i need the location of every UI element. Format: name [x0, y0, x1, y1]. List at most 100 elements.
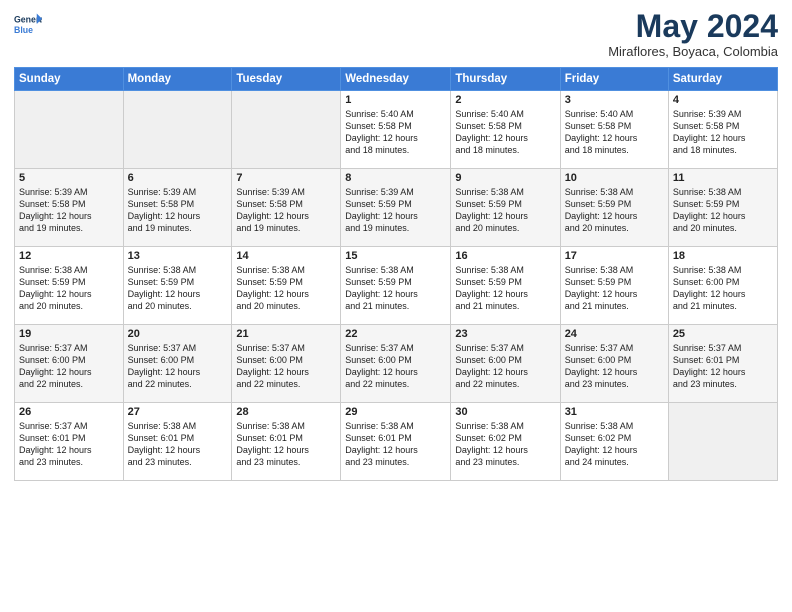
calendar-cell: 16 Sunrise: 5:38 AM Sunset: 5:59 PM Dayli… — [451, 247, 560, 325]
cell-info: Sunrise: 5:40 AM Sunset: 5:58 PM Dayligh… — [565, 108, 664, 157]
cell-info: Sunrise: 5:38 AM Sunset: 5:59 PM Dayligh… — [565, 264, 664, 313]
day-number: 27 — [128, 406, 228, 418]
day-number: 15 — [345, 250, 446, 262]
cell-info: Sunrise: 5:38 AM Sunset: 5:59 PM Dayligh… — [455, 264, 555, 313]
header-row: Sunday Monday Tuesday Wednesday Thursday… — [15, 68, 778, 91]
col-tuesday: Tuesday — [232, 68, 341, 91]
calendar-cell: 23Sunrise: 5:37 AM Sunset: 6:00 PM Dayli… — [451, 325, 560, 403]
cell-info: Sunrise: 5:40 AM Sunset: 5:58 PM Dayligh… — [345, 108, 446, 157]
calendar-cell: 20 Sunrise: 5:37 AM Sunset: 6:00 PM Dayli… — [123, 325, 232, 403]
cell-info: Sunrise: 5:37 AM Sunset: 6:01 PM Dayligh… — [673, 342, 773, 391]
svg-text:Blue: Blue — [14, 25, 33, 35]
cell-info: Sunrise: 5:37 AM Sunset: 6:00 PM Dayligh… — [236, 342, 336, 391]
calendar-cell — [123, 91, 232, 169]
calendar-cell: 21 Sunrise: 5:37 AM Sunset: 6:00 PM Dayli… — [232, 325, 341, 403]
day-number: 22 — [345, 328, 446, 340]
col-sunday: Sunday — [15, 68, 124, 91]
calendar-cell: 13 Sunrise: 5:38 AM Sunset: 5:59 PM Dayli… — [123, 247, 232, 325]
cell-info: Sunrise: 5:38 AM Sunset: 5:59 PM Dayligh… — [345, 264, 446, 313]
col-wednesday: Wednesday — [341, 68, 451, 91]
calendar-cell: 6 Sunrise: 5:39 AM Sunset: 5:58 PM Daylig… — [123, 169, 232, 247]
cell-info: Sunrise: 5:38 AM Sunset: 6:01 PM Dayligh… — [128, 420, 228, 469]
calendar-cell: 22 Sunrise: 5:37 AM Sunset: 6:00 PM Dayli… — [341, 325, 451, 403]
cell-info: Sunrise: 5:38 AM Sunset: 6:02 PM Dayligh… — [565, 420, 664, 469]
calendar-cell: 29Sunrise: 5:38 AM Sunset: 6:01 PM Dayli… — [341, 403, 451, 481]
cell-info: Sunrise: 5:39 AM Sunset: 5:59 PM Dayligh… — [345, 186, 446, 235]
calendar-cell: 7Sunrise: 5:39 AM Sunset: 5:58 PM Daylig… — [232, 169, 341, 247]
cell-info: Sunrise: 5:38 AM Sunset: 5:59 PM Dayligh… — [128, 264, 228, 313]
cell-info: Sunrise: 5:37 AM Sunset: 6:00 PM Dayligh… — [19, 342, 119, 391]
day-number: 23 — [455, 328, 555, 340]
day-number: 1 — [345, 94, 446, 106]
page: General Blue May 2024 Miraflores, Boyaca… — [0, 0, 792, 612]
day-number: 14 — [236, 250, 336, 262]
calendar-week-1: 1 Sunrise: 5:40 AM Sunset: 5:58 PM Daylig… — [15, 91, 778, 169]
day-number: 2 — [455, 94, 555, 106]
cell-info: Sunrise: 5:38 AM Sunset: 6:01 PM Dayligh… — [236, 420, 336, 469]
cell-info: Sunrise: 5:37 AM Sunset: 6:00 PM Dayligh… — [565, 342, 664, 391]
day-number: 26 — [19, 406, 119, 418]
day-number: 13 — [128, 250, 228, 262]
calendar-title: May 2024 — [608, 10, 778, 42]
day-number: 5 — [19, 172, 119, 184]
day-number: 28 — [236, 406, 336, 418]
day-number: 18 — [673, 250, 773, 262]
calendar-week-2: 5 Sunrise: 5:39 AM Sunset: 5:58 PM Daylig… — [15, 169, 778, 247]
calendar-cell: 4 Sunrise: 5:39 AM Sunset: 5:58 PM Daylig… — [668, 91, 777, 169]
calendar-cell: 27 Sunrise: 5:38 AM Sunset: 6:01 PM Dayli… — [123, 403, 232, 481]
cell-info: Sunrise: 5:38 AM Sunset: 6:00 PM Dayligh… — [673, 264, 773, 313]
cell-info: Sunrise: 5:38 AM Sunset: 6:02 PM Dayligh… — [455, 420, 555, 469]
cell-info: Sunrise: 5:37 AM Sunset: 6:01 PM Dayligh… — [19, 420, 119, 469]
calendar-cell: 3 Sunrise: 5:40 AM Sunset: 5:58 PM Daylig… — [560, 91, 668, 169]
cell-info: Sunrise: 5:39 AM Sunset: 5:58 PM Dayligh… — [673, 108, 773, 157]
day-number: 20 — [128, 328, 228, 340]
header: General Blue May 2024 Miraflores, Boyaca… — [14, 10, 778, 59]
day-number: 16 — [455, 250, 555, 262]
calendar-cell: 5 Sunrise: 5:39 AM Sunset: 5:58 PM Daylig… — [15, 169, 124, 247]
calendar-cell — [232, 91, 341, 169]
cell-info: Sunrise: 5:37 AM Sunset: 6:00 PM Dayligh… — [128, 342, 228, 391]
cell-info: Sunrise: 5:37 AM Sunset: 6:00 PM Dayligh… — [345, 342, 446, 391]
day-number: 10 — [565, 172, 664, 184]
cell-info: Sunrise: 5:38 AM Sunset: 5:59 PM Dayligh… — [565, 186, 664, 235]
col-monday: Monday — [123, 68, 232, 91]
day-number: 11 — [673, 172, 773, 184]
day-number: 3 — [565, 94, 664, 106]
calendar-cell: 8 Sunrise: 5:39 AM Sunset: 5:59 PM Daylig… — [341, 169, 451, 247]
day-number: 30 — [455, 406, 555, 418]
calendar-cell: 17 Sunrise: 5:38 AM Sunset: 5:59 PM Dayli… — [560, 247, 668, 325]
calendar-cell — [15, 91, 124, 169]
calendar-cell: 15 Sunrise: 5:38 AM Sunset: 5:59 PM Dayli… — [341, 247, 451, 325]
calendar-week-4: 19 Sunrise: 5:37 AM Sunset: 6:00 PM Dayli… — [15, 325, 778, 403]
calendar-cell: 19 Sunrise: 5:37 AM Sunset: 6:00 PM Dayli… — [15, 325, 124, 403]
title-block: May 2024 Miraflores, Boyaca, Colombia — [608, 10, 778, 59]
day-number: 12 — [19, 250, 119, 262]
cell-info: Sunrise: 5:38 AM Sunset: 6:01 PM Dayligh… — [345, 420, 446, 469]
calendar-cell: 26 Sunrise: 5:37 AM Sunset: 6:01 PM Dayli… — [15, 403, 124, 481]
calendar-cell: 11 Sunrise: 5:38 AM Sunset: 5:59 PM Dayli… — [668, 169, 777, 247]
cell-info: Sunrise: 5:38 AM Sunset: 5:59 PM Dayligh… — [19, 264, 119, 313]
logo: General Blue — [14, 10, 42, 38]
col-saturday: Saturday — [668, 68, 777, 91]
day-number: 19 — [19, 328, 119, 340]
logo-icon: General Blue — [14, 10, 42, 38]
day-number: 17 — [565, 250, 664, 262]
day-number: 8 — [345, 172, 446, 184]
day-number: 6 — [128, 172, 228, 184]
calendar-cell: 9Sunrise: 5:38 AM Sunset: 5:59 PM Daylig… — [451, 169, 560, 247]
cell-info: Sunrise: 5:38 AM Sunset: 5:59 PM Dayligh… — [236, 264, 336, 313]
day-number: 4 — [673, 94, 773, 106]
calendar-cell: 2Sunrise: 5:40 AM Sunset: 5:58 PM Daylig… — [451, 91, 560, 169]
calendar-cell: 10 Sunrise: 5:38 AM Sunset: 5:59 PM Dayli… — [560, 169, 668, 247]
calendar-cell — [668, 403, 777, 481]
calendar-cell: 31Sunrise: 5:38 AM Sunset: 6:02 PM Dayli… — [560, 403, 668, 481]
day-number: 9 — [455, 172, 555, 184]
calendar-cell: 18 Sunrise: 5:38 AM Sunset: 6:00 PM Dayli… — [668, 247, 777, 325]
calendar-week-5: 26 Sunrise: 5:37 AM Sunset: 6:01 PM Dayli… — [15, 403, 778, 481]
day-number: 21 — [236, 328, 336, 340]
cell-info: Sunrise: 5:39 AM Sunset: 5:58 PM Dayligh… — [128, 186, 228, 235]
cell-info: Sunrise: 5:39 AM Sunset: 5:58 PM Dayligh… — [19, 186, 119, 235]
cell-info: Sunrise: 5:38 AM Sunset: 5:59 PM Dayligh… — [673, 186, 773, 235]
calendar-cell: 25Sunrise: 5:37 AM Sunset: 6:01 PM Dayli… — [668, 325, 777, 403]
calendar-cell: 30 Sunrise: 5:38 AM Sunset: 6:02 PM Dayli… — [451, 403, 560, 481]
